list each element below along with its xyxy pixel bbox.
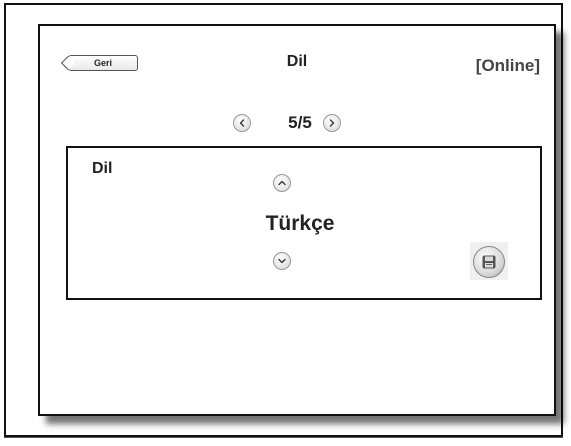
device-screen: Geri Dil [Online] 5/5 Dil Türkçe — [38, 24, 556, 416]
save-button[interactable] — [473, 246, 505, 278]
connection-status: [Online] — [475, 56, 540, 75]
chevron-up-icon — [278, 180, 286, 186]
outer-frame: Geri Dil [Online] 5/5 Dil Türkçe — [4, 3, 563, 438]
page-indicator: 5/5 — [288, 113, 312, 132]
setting-value: Türkçe — [265, 212, 335, 235]
floppy-disk-icon — [482, 255, 496, 269]
setting-label: Dil — [92, 160, 113, 177]
chevron-down-icon — [278, 258, 286, 264]
chevron-left-icon — [239, 119, 245, 127]
prev-page-button[interactable] — [233, 114, 251, 132]
chevron-right-icon — [329, 119, 335, 127]
save-button-area — [470, 242, 508, 280]
value-down-button[interactable] — [273, 252, 291, 270]
value-up-button[interactable] — [273, 174, 291, 192]
next-page-button[interactable] — [323, 114, 341, 132]
